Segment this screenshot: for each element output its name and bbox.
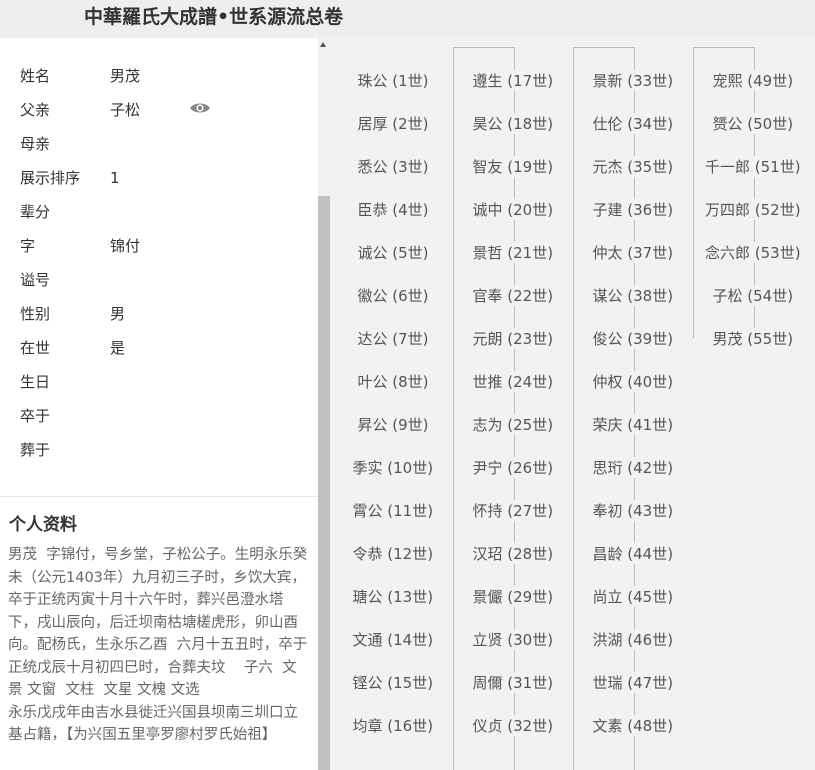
generation-node[interactable]: 男茂 (55世) [711,328,795,349]
profile-row-label: 父亲 [20,101,51,119]
profile-panel: 姓名 男茂 父亲 子松 母亲 展示排序 1 辈分字锦付 谥号 性别男在世是生日 卒于 葬于 个人资料 … [0,38,318,770]
generation-node[interactable]: 遵生 (17世) [471,70,555,91]
generation-node[interactable]: 文通 (14世) [351,629,435,650]
profile-row: 辈分 [0,202,300,236]
generation-node[interactable]: 霄公 (11世) [351,500,435,521]
profile-row: 姓名 男茂 [0,66,300,100]
generation-node[interactable]: 荣庆 (41世) [591,414,675,435]
generation-node[interactable]: 叶公 (8世) [356,371,430,392]
profile-row: 父亲 子松 [0,100,300,134]
generation-node[interactable]: 仪贞 (32世) [471,715,555,736]
generation-node[interactable]: 诚公 (5世) [356,242,430,263]
profile-row-label: 母亲 [20,135,51,153]
generation-node[interactable]: 昌龄 (44世) [591,543,675,564]
left-scrollbar[interactable] [318,38,330,770]
generation-node[interactable]: 徽公 (6世) [356,285,430,306]
page-title: 中華羅氏大成譜•世系源流总卷 [84,6,344,28]
generation-node[interactable]: 季实 (10世) [351,457,435,478]
generation-node[interactable]: 景儼 (29世) [471,586,555,607]
profile-row-label: 展示排序 [20,169,81,187]
generation-node[interactable]: 令恭 (12世) [351,543,435,564]
generation-node[interactable]: 思珩 (42世) [591,457,675,478]
generation-node[interactable]: 官奉 (22世) [471,285,555,306]
profile-row-label: 辈分 [20,203,51,221]
generation-node[interactable]: 世瑞 (47世) [591,672,675,693]
generation-node[interactable]: 元杰 (35世) [591,156,675,177]
generation-node[interactable]: 千一郎 (51世) [704,156,802,177]
generation-node[interactable]: 瑭公 (13世) [351,586,435,607]
eye-icon[interactable] [189,100,211,114]
generation-node[interactable]: 周儞 (31世) [471,672,555,693]
profile-row: 展示排序 1 [0,168,300,202]
scrollbar-thumb[interactable] [318,196,330,770]
profile-row: 卒于 [0,406,300,440]
generation-node[interactable]: 文素 (48世) [591,715,675,736]
generation-node[interactable]: 宠熙 (49世) [711,70,795,91]
generation-node[interactable]: 洪湖 (46世) [591,629,675,650]
profile-row: 字 锦付 [0,236,300,270]
profile-row-label: 卒于 [20,407,51,425]
generation-node[interactable]: 悉公 (3世) [356,156,430,177]
profile-row-label: 生日 [20,373,51,391]
generation-node[interactable]: 珠公 (1世) [356,70,430,91]
profile-row: 在世 是 [0,338,300,372]
generation-node[interactable]: 仲太 (37世) [591,242,675,263]
scroll-up-arrow-icon[interactable] [320,42,326,47]
generation-node[interactable]: 志为 (25世) [471,414,555,435]
generation-node[interactable]: 念六郎 (53世) [704,242,802,263]
generation-node[interactable]: 仕伦 (34世) [591,113,675,134]
profile-row-label: 谥号 [20,271,51,289]
profile-row: 葬于 [0,440,300,474]
generation-node[interactable]: 尹宁 (26世) [471,457,555,478]
bio-text: 男茂 字锦付，号乡堂，子松公子。生明永乐癸未（公元1403年）九月初三子时，乡饮… [8,547,308,743]
generation-node[interactable]: 赟公 (50世) [711,113,795,134]
generation-node[interactable]: 谋公 (38世) [591,285,675,306]
generation-node[interactable]: 俊公 (39世) [591,328,675,349]
profile-row-value: 男 [110,305,126,323]
generation-node[interactable]: 昇公 (9世) [356,414,430,435]
profile-row-label: 葬于 [20,441,51,459]
profile-row-value: 男茂 [110,67,141,85]
profile-row-value: 子松 [110,101,141,119]
generation-node[interactable]: 景新 (33世) [591,70,675,91]
generation-node[interactable]: 汉玿 (28世) [471,543,555,564]
profile-row-label: 姓名 [20,67,51,85]
profile-row-value: 锦付 [110,237,141,255]
bio-title: 个人资料 [9,515,77,535]
generation-node[interactable]: 均章 (16世) [351,715,435,736]
generation-node[interactable]: 子松 (54世) [711,285,795,306]
profile-row: 母亲 [0,134,300,168]
generation-node[interactable]: 子建 (36世) [591,199,675,220]
generation-node[interactable]: 世推 (24世) [471,371,555,392]
generation-node[interactable]: 达公 (7世) [356,328,430,349]
section-divider [0,496,318,497]
generation-node[interactable]: 铿公 (15世) [351,672,435,693]
generation-node[interactable]: 怀持 (27世) [471,500,555,521]
profile-row: 谥号 [0,270,300,304]
profile-row-value: 1 [110,169,120,187]
generation-node[interactable]: 万四郎 (52世) [704,199,802,220]
generation-node[interactable]: 智友 (19世) [471,156,555,177]
profile-row: 性别 男 [0,304,300,338]
generation-node[interactable]: 景哲 (21世) [471,242,555,263]
generation-node[interactable]: 臣恭 (4世) [356,199,430,220]
generation-node[interactable]: 立贤 (30世) [471,629,555,650]
generation-node[interactable]: 元朗 (23世) [471,328,555,349]
generation-tree-panel: 珠公 (1世) 居厚 (2世) 悉公 (3世) 臣恭 (4世) 诚公 (5世) 徽公 (6… [330,38,815,770]
profile-row-label: 字 [20,237,36,255]
profile-row-value: 是 [110,339,126,357]
profile-row: 生日 [0,372,300,406]
generation-node[interactable]: 尚立 (45世) [591,586,675,607]
generation-node[interactable]: 居厚 (2世) [356,113,430,134]
profile-row-label: 性别 [20,305,51,323]
generation-node[interactable]: 诚中 (20世) [471,199,555,220]
generation-node[interactable]: 奉初 (43世) [591,500,675,521]
generation-node[interactable]: 昊公 (18世) [471,113,555,134]
header-bar: 中華羅氏大成譜•世系源流总卷 [0,0,815,38]
generation-node[interactable]: 仲权 (40世) [591,371,675,392]
profile-row-label: 在世 [20,339,51,357]
